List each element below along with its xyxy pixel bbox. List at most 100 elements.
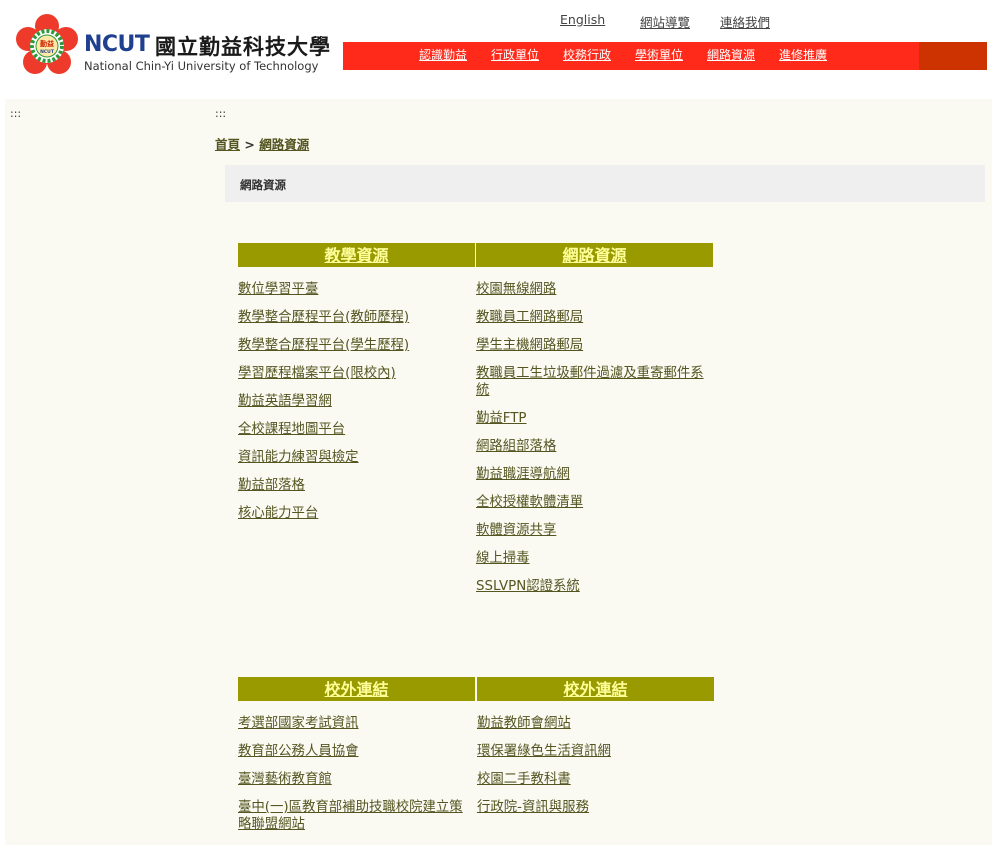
breadcrumb-current[interactable]: 網路資源 bbox=[259, 137, 309, 152]
seal-subtext: NCUT bbox=[40, 49, 55, 55]
external-links-title[interactable]: 校外連結 bbox=[324, 680, 388, 699]
resource-link[interactable]: 教育部公務人員協會 bbox=[238, 744, 359, 759]
network-resources-list: 校園無線網路 教職員工網路郵局 學生主機網路郵局 教職員工生垃圾郵件過濾及重寄郵… bbox=[476, 281, 713, 595]
resource-link[interactable]: 勤益教師會網站 bbox=[477, 716, 571, 731]
list-item: 全校授權軟體清單 bbox=[476, 494, 713, 511]
nav-school-affairs[interactable]: 校務行政 bbox=[563, 46, 611, 63]
list-item: 線上掃毒 bbox=[476, 550, 713, 567]
nav-academic-units[interactable]: 學術單位 bbox=[635, 46, 683, 63]
resource-link[interactable]: 勤益職涯導航網 bbox=[476, 467, 570, 482]
resource-link[interactable]: 學習歷程檔案平台(限校內) bbox=[238, 366, 396, 381]
list-item: 校園二手教科書 bbox=[477, 771, 714, 788]
resource-link[interactable]: 資訊能力練習與檢定 bbox=[238, 450, 359, 465]
resource-link[interactable]: 行政院-資訊與服務 bbox=[477, 800, 589, 815]
network-resources-column: 網路資源 校園無線網路 教職員工網路郵局 學生主機網路郵局 教職員工生垃圾郵件過… bbox=[476, 243, 713, 595]
breadcrumb-separator: > bbox=[244, 137, 255, 152]
list-item: 考選部國家考試資訊 bbox=[238, 715, 475, 732]
teaching-resources-column: 教學資源 數位學習平臺 教學整合歷程平台(教師歷程) 教學整合歷程平台(學生歷程… bbox=[238, 243, 475, 522]
list-item: 數位學習平臺 bbox=[238, 281, 475, 298]
logo-english-name: National Chin-Yi University of Technolog… bbox=[84, 59, 319, 73]
list-item: 行政院-資訊與服務 bbox=[477, 799, 714, 816]
resource-link[interactable]: 臺中(一)區教育部補助技職校院建立策略聯盟網站 bbox=[238, 800, 463, 832]
list-item: 網路組部落格 bbox=[476, 438, 713, 455]
resource-link[interactable]: 環保署綠色生活資訊網 bbox=[477, 744, 611, 759]
page-title-bar: 網路資源 bbox=[225, 165, 985, 202]
contact-link[interactable]: 連絡我們 bbox=[720, 12, 770, 31]
nav-network-resources[interactable]: 網路資源 bbox=[707, 46, 755, 63]
list-item: 校園無線網路 bbox=[476, 281, 713, 298]
list-item: 教學整合歷程平台(教師歷程) bbox=[238, 309, 475, 326]
resource-link[interactable]: 勤益FTP bbox=[476, 411, 527, 426]
nav-extension-education[interactable]: 進修推廣 bbox=[779, 46, 827, 63]
resource-link[interactable]: 教學整合歷程平台(學生歷程) bbox=[238, 338, 409, 353]
resource-link[interactable]: 考選部國家考試資訊 bbox=[238, 716, 359, 731]
list-item: 勤益英語學習網 bbox=[238, 393, 475, 410]
resource-link[interactable]: 軟體資源共享 bbox=[476, 523, 556, 538]
site-logo[interactable]: 勤益 NCUT NCUT 國立勤益科技大學 National Chin-Yi U… bbox=[14, 13, 330, 83]
external-links-title[interactable]: 校外連結 bbox=[563, 680, 627, 699]
resource-link[interactable]: 教職員工網路郵局 bbox=[476, 310, 583, 325]
network-resources-title[interactable]: 網路資源 bbox=[562, 246, 626, 265]
university-seal-icon: 勤益 NCUT bbox=[16, 14, 78, 74]
nav-about[interactable]: 認識勤益 bbox=[419, 46, 467, 63]
english-link[interactable]: English bbox=[560, 12, 605, 27]
logo-chinese-name: 國立勤益科技大學 bbox=[155, 34, 331, 59]
resource-link[interactable]: 校園無線網路 bbox=[476, 282, 556, 297]
nav-admin-units[interactable]: 行政單位 bbox=[491, 46, 539, 63]
list-item: 臺灣藝術教育館 bbox=[238, 771, 475, 788]
list-item: 教育部公務人員協會 bbox=[238, 743, 475, 760]
seal-text: 勤益 bbox=[40, 39, 54, 48]
resource-link[interactable]: 學生主機網路郵局 bbox=[476, 338, 583, 353]
page-title: 網路資源 bbox=[240, 178, 286, 192]
external-links-list: 考選部國家考試資訊 教育部公務人員協會 臺灣藝術教育館 臺中(一)區教育部補助技… bbox=[238, 715, 475, 833]
list-item: 軟體資源共享 bbox=[476, 522, 713, 539]
teaching-resources-list: 數位學習平臺 教學整合歷程平台(教師歷程) 教學整合歷程平台(學生歷程) 學習歷… bbox=[238, 281, 475, 522]
list-item: 勤益職涯導航網 bbox=[476, 466, 713, 483]
list-item: 勤益FTP bbox=[476, 410, 713, 427]
list-item: 全校課程地圖平台 bbox=[238, 421, 475, 438]
list-item: 教職員工網路郵局 bbox=[476, 309, 713, 326]
list-item: 學習歷程檔案平台(限校內) bbox=[238, 365, 475, 382]
list-item: 教學整合歷程平台(學生歷程) bbox=[238, 337, 475, 354]
resource-link[interactable]: 全校課程地圖平台 bbox=[238, 422, 345, 437]
list-item: 臺中(一)區教育部補助技職校院建立策略聯盟網站 bbox=[238, 799, 475, 833]
external-links-list: 勤益教師會網站 環保署綠色生活資訊網 校園二手教科書 行政院-資訊與服務 bbox=[477, 715, 714, 816]
list-item: 環保署綠色生活資訊網 bbox=[477, 743, 714, 760]
resource-link[interactable]: 校園二手教科書 bbox=[477, 772, 571, 787]
main-content: ::: ::: 首頁 > 網路資源 網路資源 教學資源 數位學習平臺 教學整合歷… bbox=[5, 99, 992, 845]
column-header: 網路資源 bbox=[476, 243, 713, 267]
resource-link[interactable]: SSLVPN認證系統 bbox=[476, 579, 580, 594]
logo-wordmark: NCUT bbox=[84, 32, 150, 57]
list-item: 勤益教師會網站 bbox=[477, 715, 714, 732]
resource-link[interactable]: 教職員工生垃圾郵件過濾及重寄郵件系統 bbox=[476, 366, 704, 398]
resource-link[interactable]: 勤益英語學習網 bbox=[238, 394, 332, 409]
nav-bar-end-block bbox=[919, 42, 987, 70]
list-item: 核心能力平台 bbox=[238, 505, 475, 522]
breadcrumb-home[interactable]: 首頁 bbox=[215, 137, 240, 152]
accesskey-left[interactable]: ::: bbox=[10, 107, 21, 120]
resource-link[interactable]: 臺灣藝術教育館 bbox=[238, 772, 332, 787]
teaching-resources-title[interactable]: 教學資源 bbox=[324, 246, 388, 265]
resource-link[interactable]: 全校授權軟體清單 bbox=[476, 495, 583, 510]
site-header: 勤益 NCUT NCUT 國立勤益科技大學 National Chin-Yi U… bbox=[0, 0, 992, 98]
column-header: 校外連結 bbox=[477, 677, 714, 701]
breadcrumb: 首頁 > 網路資源 bbox=[215, 134, 309, 153]
resource-link[interactable]: 線上掃毒 bbox=[476, 551, 530, 566]
accesskey-center[interactable]: ::: bbox=[215, 107, 226, 120]
list-item: 教職員工生垃圾郵件過濾及重寄郵件系統 bbox=[476, 365, 713, 399]
resource-link[interactable]: 勤益部落格 bbox=[238, 478, 305, 493]
list-item: 資訊能力練習與檢定 bbox=[238, 449, 475, 466]
column-header: 校外連結 bbox=[238, 677, 475, 701]
external-links-column-right: 校外連結 勤益教師會網站 環保署綠色生活資訊網 校園二手教科書 行政院-資訊與服… bbox=[477, 677, 714, 816]
column-header: 教學資源 bbox=[238, 243, 475, 267]
list-item: SSLVPN認證系統 bbox=[476, 578, 713, 595]
resource-link[interactable]: 核心能力平台 bbox=[238, 506, 318, 521]
resource-link[interactable]: 網路組部落格 bbox=[476, 439, 556, 454]
main-nav-bar: 認識勤益 行政單位 校務行政 學術單位 網路資源 進修推廣 bbox=[343, 42, 987, 70]
external-links-column-left: 校外連結 考選部國家考試資訊 教育部公務人員協會 臺灣藝術教育館 臺中(一)區教… bbox=[238, 677, 475, 833]
sitemap-link[interactable]: 網站導覽 bbox=[640, 12, 690, 31]
resource-link[interactable]: 教學整合歷程平台(教師歷程) bbox=[238, 310, 409, 325]
list-item: 學生主機網路郵局 bbox=[476, 337, 713, 354]
resource-link[interactable]: 數位學習平臺 bbox=[238, 282, 318, 297]
list-item: 勤益部落格 bbox=[238, 477, 475, 494]
